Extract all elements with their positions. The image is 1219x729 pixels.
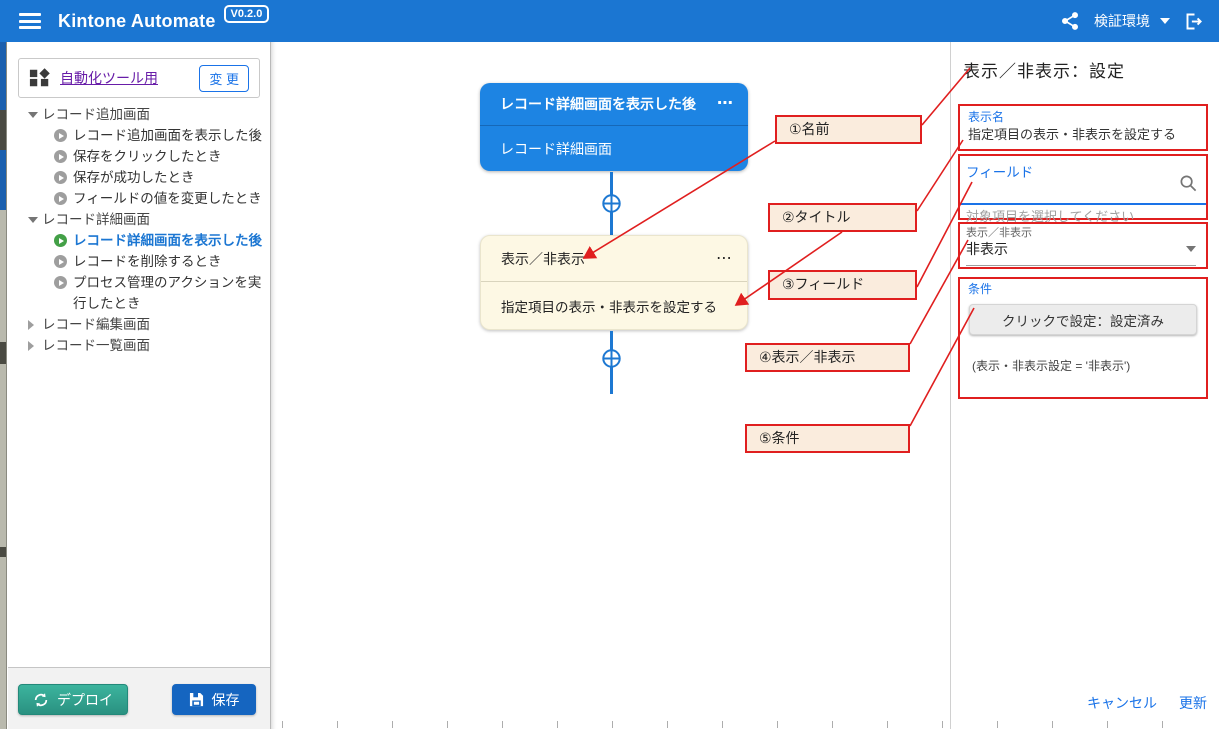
kintone-automate-app: Kintone Automate V0.2.0 検証環境 自動化ツール用 変 更 xyxy=(0,0,1219,729)
tree-group-record-list[interactable]: レコード一覧画面 xyxy=(18,335,268,356)
event-node-title: レコード詳細画面を表示した後 xyxy=(500,94,696,114)
add-node-button[interactable] xyxy=(599,346,624,371)
event-play-icon xyxy=(54,171,67,184)
action-node-subtitle: 指定項目の表示・非表示を設定する xyxy=(481,282,747,329)
event-play-icon xyxy=(54,192,67,205)
tree-group-record-add[interactable]: レコード追加画面 xyxy=(18,104,268,125)
display-name-field[interactable]: 表示名 指定項目の表示・非表示を設定する xyxy=(958,104,1208,151)
tree-item[interactable]: プロセス管理のアクションを実行したとき xyxy=(18,272,268,314)
app-grid-icon xyxy=(29,67,51,89)
tree-item[interactable]: 保存が成功したとき xyxy=(18,167,268,188)
visibility-select[interactable]: 表示／非表示 非表示 xyxy=(958,222,1208,269)
tree-group-record-edit[interactable]: レコード編集画面 xyxy=(18,314,268,335)
floppy-save-icon xyxy=(189,692,204,707)
event-node-subtitle: レコード詳細画面 xyxy=(480,126,748,171)
annotation-condition: ⑤条件 xyxy=(745,424,910,453)
action-node[interactable]: 表示／非表示 ⋯ 指定項目の表示・非表示を設定する xyxy=(480,235,748,330)
condition-label: 条件 xyxy=(968,281,1198,297)
display-name-value[interactable]: 指定項目の表示・非表示を設定する xyxy=(968,125,1198,145)
node-menu-icon[interactable]: ⋯ xyxy=(717,96,734,112)
share-icon[interactable] xyxy=(1060,11,1080,31)
logout-icon[interactable] xyxy=(1184,11,1205,32)
condition-section: 条件 クリックで設定：設定済み (表示・非表示設定 = '非表示') xyxy=(958,277,1208,399)
event-play-icon xyxy=(54,255,67,268)
condition-set-button[interactable]: クリックで設定：設定済み xyxy=(969,304,1197,335)
annotation-title: ②タイトル xyxy=(768,203,917,232)
tree-item[interactable]: レコードを削除するとき xyxy=(18,251,268,272)
field-picker[interactable]: フィールド 対象項目を選択してください xyxy=(958,154,1208,220)
tree-item[interactable]: レコード追加画面を表示した後 xyxy=(18,125,268,146)
top-bar: Kintone Automate V0.2.0 検証環境 xyxy=(0,0,1219,42)
event-tree: レコード追加画面 レコード追加画面を表示した後 保存をクリックしたとき 保存が成… xyxy=(18,104,268,356)
event-play-icon xyxy=(54,150,67,163)
settings-panel: 表示／非表示：設定 表示名 指定項目の表示・非表示を設定する フィールド 対象項… xyxy=(950,42,1219,729)
display-name-label: 表示名 xyxy=(968,109,1198,125)
condition-summary: (表示・非表示設定 = '非表示') xyxy=(968,357,1198,374)
version-badge: V0.2.0 xyxy=(224,5,270,23)
event-play-icon-active xyxy=(54,234,67,247)
caret-down-icon xyxy=(28,112,38,118)
hamburger-menu-icon[interactable] xyxy=(19,13,41,29)
visibility-value[interactable]: 非表示 xyxy=(966,240,1196,266)
sidebar-footer: デプロイ 保存 xyxy=(8,667,270,729)
visibility-label: 表示／非表示 xyxy=(966,226,1198,240)
sidebar: 自動化ツール用 変 更 レコード追加画面 レコード追加画面を表示した後 保存をク… xyxy=(8,42,271,729)
field-search-input[interactable] xyxy=(960,181,1206,205)
field-label: フィールド xyxy=(960,159,1206,181)
search-icon[interactable] xyxy=(1179,174,1198,193)
tree-item[interactable]: 保存をクリックしたとき xyxy=(18,146,268,167)
node-menu-icon[interactable]: ⋯ xyxy=(716,251,733,267)
event-play-icon xyxy=(54,276,67,289)
cancel-link[interactable]: キャンセル xyxy=(1087,693,1157,713)
deploy-button[interactable]: デプロイ xyxy=(18,684,128,715)
panel-title: 表示／非表示：設定 xyxy=(963,57,1125,82)
app-selector-box: 自動化ツール用 変 更 xyxy=(18,58,260,98)
app-title: Kintone Automate xyxy=(58,11,216,32)
page-scroll-strip[interactable] xyxy=(0,42,7,729)
caret-right-icon xyxy=(28,320,34,330)
canvas-ruler-ticks xyxy=(282,721,1210,728)
flow-canvas[interactable]: レコード詳細画面を表示した後 ⋯ レコード詳細画面 表示／非表示 ⋯ 指定項目の… xyxy=(271,42,950,729)
caret-down-icon xyxy=(28,217,38,223)
update-link[interactable]: 更新 xyxy=(1179,693,1207,713)
annotation-name: ①名前 xyxy=(775,115,922,144)
chevron-down-icon[interactable] xyxy=(1160,18,1170,24)
add-node-button[interactable] xyxy=(599,191,624,216)
tree-group-record-detail[interactable]: レコード詳細画面 xyxy=(18,209,268,230)
annotation-visibility: ④表示／非表示 xyxy=(745,343,910,372)
caret-right-icon xyxy=(28,341,34,351)
select-caret-icon[interactable] xyxy=(1186,246,1196,252)
action-node-title: 表示／非表示 xyxy=(501,249,585,269)
tree-item-selected[interactable]: レコード詳細画面を表示した後 xyxy=(18,230,268,251)
app-name-link[interactable]: 自動化ツール用 xyxy=(60,68,158,88)
change-app-button[interactable]: 変 更 xyxy=(199,65,249,92)
annotation-field: ③フィールド xyxy=(768,270,917,300)
sync-icon xyxy=(33,692,49,708)
event-node[interactable]: レコード詳細画面を表示した後 ⋯ レコード詳細画面 xyxy=(480,83,748,171)
environment-selector[interactable]: 検証環境 xyxy=(1094,11,1150,31)
tree-item[interactable]: フィールドの値を変更したとき xyxy=(18,188,268,209)
save-button[interactable]: 保存 xyxy=(172,684,256,715)
event-play-icon xyxy=(54,129,67,142)
